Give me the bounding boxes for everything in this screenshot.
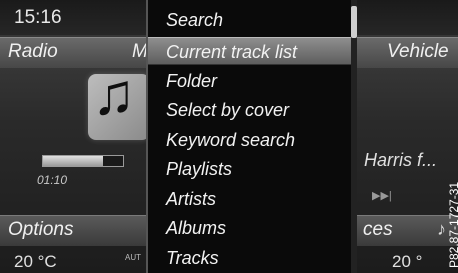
menu-item-label: Albums xyxy=(166,218,227,238)
music-note-icon: ♫ xyxy=(92,62,136,127)
radio-label: Radio xyxy=(8,41,58,62)
menu-item-select-by-cover[interactable]: Select by cover xyxy=(148,96,353,124)
music-note-icon: ♪ xyxy=(437,219,446,239)
track-artist: Harris f... xyxy=(364,150,438,170)
menu-item-folder[interactable]: Folder xyxy=(148,67,353,95)
menu-item-playlists[interactable]: Playlists xyxy=(148,155,353,183)
right-title-bar[interactable]: Vehicle xyxy=(357,37,458,68)
track-progress-bar xyxy=(42,155,124,167)
track-time: 01:10 xyxy=(37,173,68,187)
vehicle-label: Vehicle xyxy=(387,41,449,62)
menu-item-label: Current track list xyxy=(166,42,298,62)
options-label: Options xyxy=(8,219,74,240)
right-temperature: 20 ° xyxy=(392,252,423,271)
menu-item-label: Folder xyxy=(166,71,218,91)
menu-item-label: Search xyxy=(166,10,224,30)
menu-item-label: Artists xyxy=(166,189,217,209)
head-unit-screen: 15:16 Radio M ♫ 01:10 Options 20 °C AUT … xyxy=(0,0,458,273)
menu-item-keyword-search[interactable]: Keyword search xyxy=(148,126,353,154)
left-temperature: 20 °C xyxy=(14,252,57,271)
track-progress-fill xyxy=(43,156,103,166)
menu-item-label: Select by cover xyxy=(166,100,290,120)
menu-item-artists[interactable]: Artists xyxy=(148,185,353,213)
menu-item-albums[interactable]: Albums xyxy=(148,214,353,242)
menu-item-label: Keyword search xyxy=(166,130,296,150)
clock: 15:16 xyxy=(14,7,62,28)
auto-label: AUT xyxy=(125,253,141,262)
figure-code: P82.87-1727-31 xyxy=(447,181,458,268)
menu-item-current-track-list[interactable]: Current track list xyxy=(148,37,353,65)
options-bar[interactable]: Options xyxy=(0,215,146,246)
menu-item-search[interactable]: Search xyxy=(148,6,353,34)
menu-scrollbar-thumb[interactable] xyxy=(351,6,357,38)
menu-item-label: Playlists xyxy=(166,159,233,179)
services-partial-label: ces xyxy=(363,219,393,240)
menu-scrollbar[interactable] xyxy=(351,0,357,273)
skip-forward-icon[interactable]: ▶▶| xyxy=(372,189,392,202)
menu-item-tracks[interactable]: Tracks xyxy=(148,244,353,272)
menu-item-label: Tracks xyxy=(166,248,219,268)
media-menu: Search Current track list Folder Select … xyxy=(146,0,355,273)
